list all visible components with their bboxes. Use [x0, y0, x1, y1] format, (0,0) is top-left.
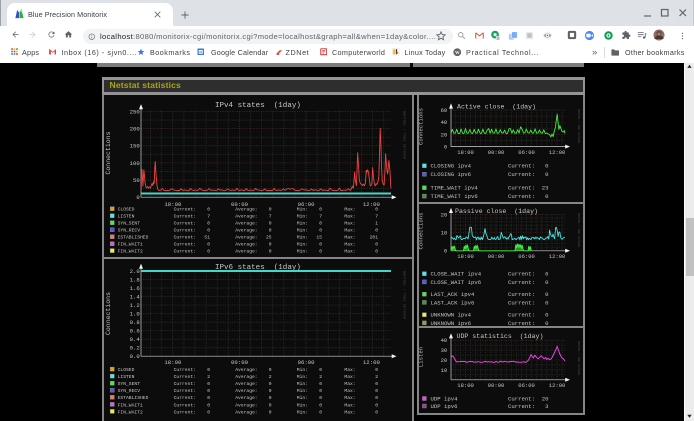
- svg-text:LISTEN Current:: LISTEN Current: 2 Average: 2 Min: 2 Max:…: [118, 374, 379, 380]
- svg-text:0.2: 0.2: [130, 346, 140, 352]
- svg-text:CLOSE_WAIT ipv6 Current: CLOSE_WAIT ipv6 Current: 0: [431, 279, 550, 286]
- svg-text:CLOSING ipv4 Current: CLOSING ipv4 Current: 0: [431, 163, 550, 170]
- svg-text:SYN_SENT Current:: SYN_SENT Current: 0 Average: 0 Min: 0 Ma…: [118, 221, 379, 227]
- svg-text:Connections: Connections: [105, 131, 112, 174]
- svg-text:06:00: 06:00: [518, 150, 535, 156]
- svg-text:ESTABLISHED Current:: ESTABLISHED Current: 0 Average: 0 Min: 0…: [118, 395, 379, 401]
- svg-text:40: 40: [441, 120, 448, 126]
- svg-text:1.2: 1.2: [130, 303, 140, 309]
- svg-text:SYN_SENT Current:: SYN_SENT Current: 0 Average: 0 Min: 0 Ma…: [118, 381, 379, 387]
- svg-text:FIN_WAIT2 Current:: FIN_WAIT2 Current: 0 Average: 0 Min: 0 M…: [118, 409, 379, 415]
- svg-text:SYN_RECV Current:: SYN_RECV Current: 0 Average: 0 Min: 0 Ma…: [118, 228, 379, 234]
- svg-text:1.8: 1.8: [130, 277, 140, 283]
- svg-text:CLOSED Current:: CLOSED Current: 0 Average: 0 Min: 0 Max:…: [118, 367, 379, 373]
- svg-text:150: 150: [130, 144, 140, 150]
- svg-text:TIME_WAIT ipv6 Current: TIME_WAIT ipv6 Current: 0: [431, 193, 550, 200]
- svg-text:UDP statistics (1day): UDP statistics (1day): [457, 333, 544, 340]
- svg-text:CLOSE_WAIT ipv4 Current: CLOSE_WAIT ipv4 Current: 6: [431, 271, 549, 278]
- svg-text:200: 200: [130, 127, 140, 133]
- svg-text:0: 0: [136, 195, 139, 201]
- svg-text:100: 100: [130, 161, 140, 167]
- svg-text:TIME_WAIT ipv4 Current: TIME_WAIT ipv4 Current: 23: [431, 185, 549, 192]
- svg-text:00:00: 00:00: [231, 360, 248, 366]
- svg-text:00:00: 00:00: [488, 383, 505, 389]
- svg-text:12:00: 12:00: [363, 360, 380, 366]
- svg-text:0: 0: [444, 145, 447, 151]
- svg-text:00:00: 00:00: [488, 254, 505, 260]
- svg-text:IPv4 states (1day): IPv4 states (1day): [215, 102, 301, 110]
- svg-text:UNKNOWN ipv6 Current: UNKNOWN ipv6 Current: 0: [431, 320, 550, 327]
- svg-text:30: 30: [441, 348, 448, 354]
- svg-text:00:00: 00:00: [488, 150, 505, 156]
- svg-text:06:00: 06:00: [518, 383, 535, 389]
- svg-text:FIN_WAIT1 Current:: FIN_WAIT1 Current: 0 Average: 0 Min: 0 M…: [118, 402, 379, 408]
- svg-text:40: 40: [441, 338, 448, 344]
- svg-text:UDP ipv4 Current: UDP ipv4 Current: 20: [431, 395, 550, 402]
- svg-text:18:00: 18:00: [164, 360, 181, 366]
- svg-text:20: 20: [441, 358, 448, 364]
- svg-text:FIN_WAIT2 Current:: FIN_WAIT2 Current: 0 Average: 0 Min: 0 M…: [118, 249, 379, 255]
- svg-text:1.6: 1.6: [130, 286, 140, 292]
- svg-text:RRDTOOL / TOBI OETIKER: RRDTOOL / TOBI OETIKER: [403, 271, 407, 319]
- svg-text:0: 0: [444, 249, 447, 255]
- svg-text:20: 20: [441, 132, 448, 138]
- svg-text:RRDTOOL / TOBI OETIKER: RRDTOOL / TOBI OETIKER: [577, 213, 581, 247]
- svg-text:Connections: Connections: [418, 213, 424, 250]
- svg-text:LISTEN Current:: LISTEN Current: 7 Average: 7 Min: 7 Max:…: [118, 214, 379, 220]
- svg-text:ESTABLISHED Current:: ESTABLISHED Current: 51 Average: 25 Min:…: [118, 235, 379, 241]
- svg-text:0.4: 0.4: [130, 337, 140, 343]
- svg-text:UDP ipv6 Current: UDP ipv6 Current: 3: [431, 403, 549, 410]
- svg-text:50: 50: [133, 178, 140, 184]
- svg-text:UNKNOWN ipv4 Current: UNKNOWN ipv4 Current: 0: [431, 312, 550, 319]
- svg-text:SYN_RECV Current:: SYN_RECV Current: 0 Average: 0 Min: 0 Ma…: [118, 388, 379, 394]
- svg-text:1.4: 1.4: [130, 295, 140, 301]
- svg-text:18:00: 18:00: [457, 150, 474, 156]
- svg-text:1.0: 1.0: [130, 312, 140, 318]
- svg-text:18:00: 18:00: [457, 383, 474, 389]
- svg-text:2.0: 2.0: [130, 269, 140, 275]
- svg-text:RRDTOOL / TOBI OETIKER: RRDTOOL / TOBI OETIKER: [577, 341, 581, 375]
- svg-text:10: 10: [441, 231, 448, 237]
- svg-text:10: 10: [441, 368, 448, 374]
- svg-text:LAST_ACK ipv4 Current: LAST_ACK ipv4 Current: 0: [431, 291, 550, 298]
- svg-text:20: 20: [441, 212, 448, 218]
- svg-text:0.0: 0.0: [130, 354, 140, 360]
- svg-text:18:00: 18:00: [457, 254, 474, 260]
- svg-text:0.8: 0.8: [130, 320, 140, 326]
- svg-text:Connections: Connections: [418, 108, 424, 145]
- svg-text:CLOSING ipv6 Current: CLOSING ipv6 Current: 0: [431, 171, 550, 178]
- svg-text:RRDTOOL / TOBI OETIKER: RRDTOOL / TOBI OETIKER: [403, 111, 407, 159]
- svg-text:06:00: 06:00: [518, 254, 535, 260]
- svg-text:12:00: 12:00: [549, 254, 566, 260]
- svg-text:Listen: Listen: [418, 347, 424, 367]
- svg-text:Connections: Connections: [105, 292, 112, 335]
- svg-text:12:00: 12:00: [549, 150, 566, 156]
- svg-text:Passive close (1day): Passive close (1day): [455, 208, 538, 215]
- svg-text:06:00: 06:00: [298, 360, 315, 366]
- svg-text:CLOSED Current:: CLOSED Current: 0 Average: 0 Min: 0 Max:…: [118, 207, 379, 213]
- svg-text:60: 60: [441, 108, 448, 114]
- svg-text:12:00: 12:00: [549, 383, 566, 389]
- svg-text:LAST_ACK ipv6 Current: LAST_ACK ipv6 Current: 0: [431, 299, 550, 306]
- svg-text:RRDTOOL / TOBI OETIKER: RRDTOOL / TOBI OETIKER: [577, 109, 581, 143]
- svg-text:250: 250: [130, 109, 140, 115]
- svg-text:0.6: 0.6: [130, 329, 140, 335]
- svg-text:Active close (1day): Active close (1day): [457, 103, 536, 110]
- svg-text:FIN_WAIT1 Current:: FIN_WAIT1 Current: 0 Average: 0 Min: 0 M…: [118, 242, 379, 248]
